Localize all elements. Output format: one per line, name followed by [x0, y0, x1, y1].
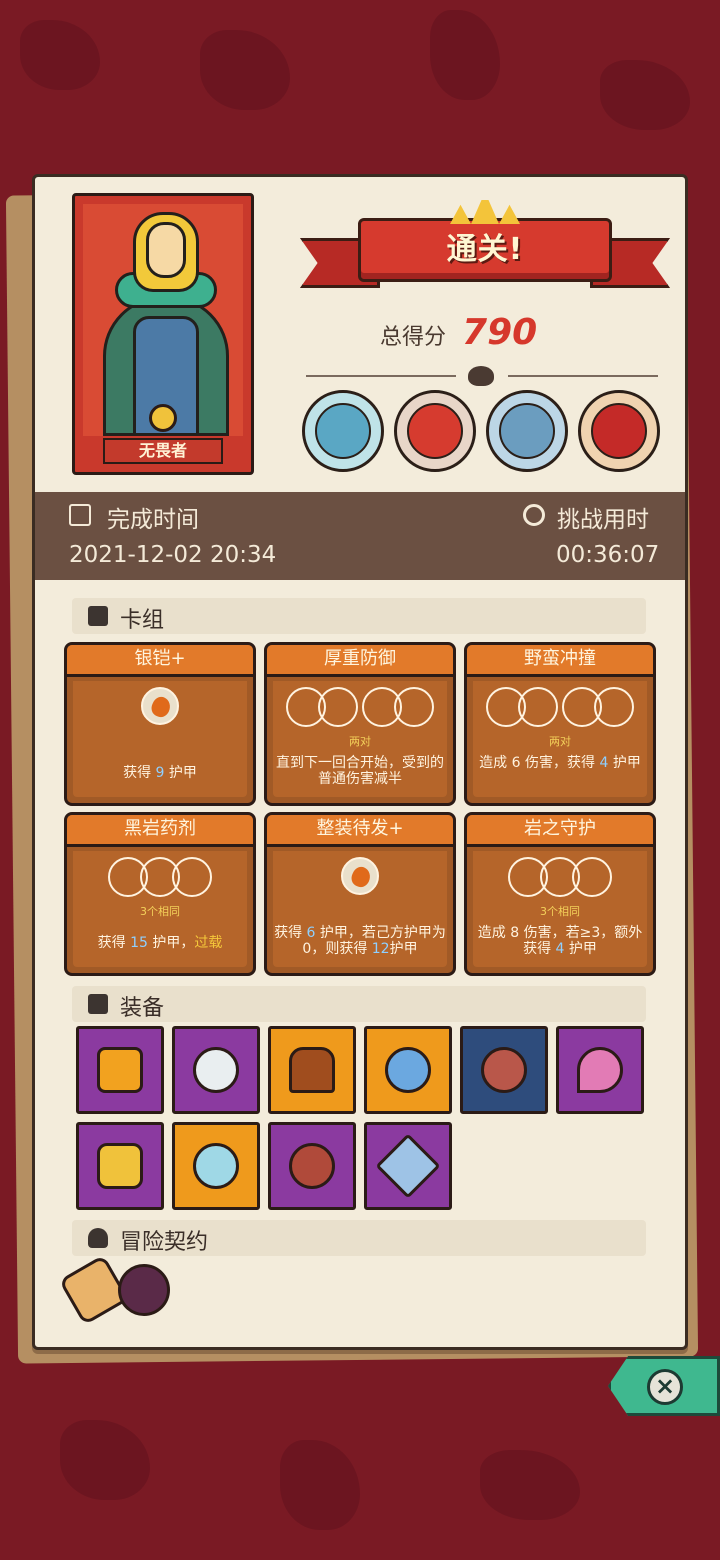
- finish-time-value: 2021-12-02 20:34: [69, 542, 277, 568]
- slime-icon: [193, 1143, 239, 1189]
- close-button[interactable]: ×: [608, 1356, 720, 1416]
- deck-card[interactable]: 岩之守护 3个相同 造成 8 伤害，若≥3，额外获得 4 护甲: [464, 812, 656, 976]
- equipment-title: 装备: [120, 996, 165, 1021]
- mirror-icon: [193, 1047, 239, 1093]
- hood-icon: [289, 1047, 335, 1093]
- duration-label: 挑战用时: [557, 507, 649, 533]
- hero-name: 无畏者: [103, 438, 223, 464]
- dice-slots: [467, 687, 653, 727]
- mushroom-contract-icon[interactable]: [118, 1264, 170, 1316]
- equipment-item[interactable]: [76, 1122, 164, 1210]
- round-shield-icon: [481, 1047, 527, 1093]
- equipment-item[interactable]: [172, 1026, 260, 1114]
- card-description: 造成 6 伤害，获得 4 护甲: [479, 755, 641, 771]
- dagger-icon: [375, 1133, 441, 1199]
- dice-slots: [467, 857, 653, 897]
- finish-time-label: 完成时间: [107, 507, 199, 533]
- dice-slots: [67, 857, 253, 897]
- card-name: 黑岩药剂: [67, 815, 253, 847]
- equipment-item[interactable]: [364, 1122, 452, 1210]
- card-name: 岩之守护: [467, 815, 653, 847]
- hero-emblem-icon: [149, 404, 177, 432]
- energy-icon: [341, 857, 379, 895]
- equipment-item[interactable]: [268, 1122, 356, 1210]
- deck-card[interactable]: 银铠+ 获得 9 护甲: [64, 642, 256, 806]
- deck-header: 卡组: [72, 598, 646, 634]
- cube-icon: [88, 994, 108, 1014]
- card-description: 获得 9 护甲: [123, 765, 197, 781]
- card-description: 直到下一回合开始，受到的普通伤害减半: [276, 755, 444, 787]
- equipment-item[interactable]: [460, 1026, 548, 1114]
- person-icon: [88, 1228, 108, 1248]
- film-icon: [69, 504, 91, 526]
- equipment-header: 装备: [72, 986, 646, 1022]
- equipment-item[interactable]: [364, 1026, 452, 1114]
- card-name: 银铠+: [67, 645, 253, 677]
- heart-pendant-icon: [577, 1047, 623, 1093]
- skull-icon: [468, 366, 494, 386]
- contract-header: 冒险契约: [72, 1220, 646, 1256]
- shield-icon: [97, 1047, 143, 1093]
- wooden-shield-icon: [289, 1143, 335, 1189]
- victory-banner: 通关!: [300, 200, 670, 310]
- card-name: 整装待发+: [267, 815, 453, 847]
- heart-stone-icon: [97, 1143, 143, 1189]
- hero-portrait: [83, 204, 243, 436]
- slot-requirement: 两对: [549, 735, 571, 748]
- energy-slots: [67, 687, 253, 725]
- card-description: 获得 15 护甲，过载: [97, 935, 223, 951]
- boss-portrait[interactable]: [578, 390, 660, 472]
- contract-title: 冒险契约: [120, 1230, 209, 1255]
- equipment-item[interactable]: [556, 1026, 644, 1114]
- card-description: 造成 8 伤害，若≥3，额外获得 4 护甲: [477, 925, 643, 957]
- boss-divider: [296, 366, 668, 386]
- dice-slots: [267, 687, 453, 727]
- energy-icon: [141, 687, 179, 725]
- duration-value: 00:36:07: [556, 542, 660, 568]
- card-description: 获得 6 护甲，若己方护甲为0，则获得 12护甲: [274, 925, 446, 957]
- slot-requirement: 3个相同: [540, 905, 580, 918]
- score-label: 总得分: [380, 325, 447, 350]
- energy-slots: [267, 857, 453, 895]
- card-name: 野蛮冲撞: [467, 645, 653, 677]
- deck-card[interactable]: 野蛮冲撞 两对 造成 6 伤害，获得 4 护甲: [464, 642, 656, 806]
- boss-portrait[interactable]: [302, 390, 384, 472]
- equipment-item[interactable]: [268, 1026, 356, 1114]
- stats-bar: 完成时间 2021-12-02 20:34 挑战用时 00:36:07: [35, 492, 685, 580]
- banner-text: 通关!: [446, 232, 524, 267]
- hero-card[interactable]: 无畏者: [72, 193, 254, 475]
- deck-card[interactable]: 整装待发+ 获得 6 护甲，若己方护甲为0，则获得 12护甲: [264, 812, 456, 976]
- boss-portrait[interactable]: [486, 390, 568, 472]
- deck-title: 卡组: [120, 608, 165, 633]
- close-icon: ×: [647, 1369, 683, 1405]
- mushroom-icon: [385, 1047, 431, 1093]
- boss-list: [302, 390, 660, 472]
- equipment-item[interactable]: [172, 1122, 260, 1210]
- score-value: 790: [462, 312, 538, 353]
- deck-card[interactable]: 厚重防御 两对 直到下一回合开始，受到的普通伤害减半: [264, 642, 456, 806]
- stopwatch-icon: [523, 504, 545, 526]
- equipment-item[interactable]: [76, 1026, 164, 1114]
- slot-requirement: 两对: [349, 735, 371, 748]
- deck-card[interactable]: 黑岩药剂 3个相同 获得 15 护甲，过载: [64, 812, 256, 976]
- card-name: 厚重防御: [267, 645, 453, 677]
- cards-icon: [88, 606, 108, 626]
- slot-requirement: 3个相同: [140, 905, 180, 918]
- score-row: 总得分 790: [380, 312, 537, 353]
- boss-portrait[interactable]: [394, 390, 476, 472]
